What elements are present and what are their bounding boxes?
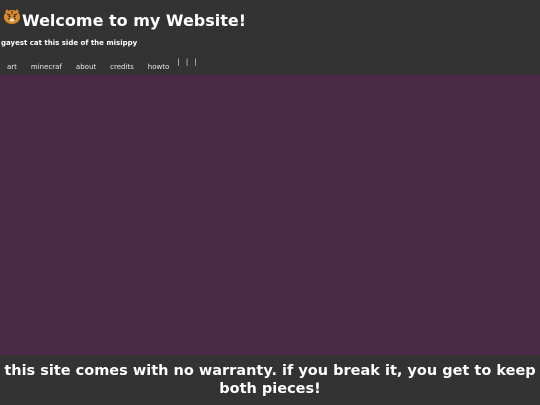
nav-link-credits[interactable]: credits: [110, 56, 134, 72]
main-content-area: [0, 75, 540, 355]
nav-bar: art minecraf about credits howto | | |: [0, 56, 199, 75]
nav-separators: | | |: [177, 58, 199, 66]
footer-disclaimer: this site comes with no warranty. if you…: [4, 363, 536, 397]
site-header: Welcome to my Website! gayest cat this s…: [0, 0, 540, 75]
site-footer: this site comes with no warranty. if you…: [0, 355, 540, 405]
tiger-icon: [4, 9, 20, 24]
nav-link-minecraf[interactable]: minecraf: [31, 56, 62, 72]
nav-link-art[interactable]: art: [7, 56, 17, 72]
site-tagline: gayest cat this side of the misippy: [1, 39, 138, 47]
nav-link-about[interactable]: about: [76, 56, 96, 72]
page: Welcome to my Website! gayest cat this s…: [0, 0, 540, 405]
nav-link-howto[interactable]: howto: [148, 56, 169, 72]
site-title: Welcome to my Website!: [22, 11, 247, 30]
